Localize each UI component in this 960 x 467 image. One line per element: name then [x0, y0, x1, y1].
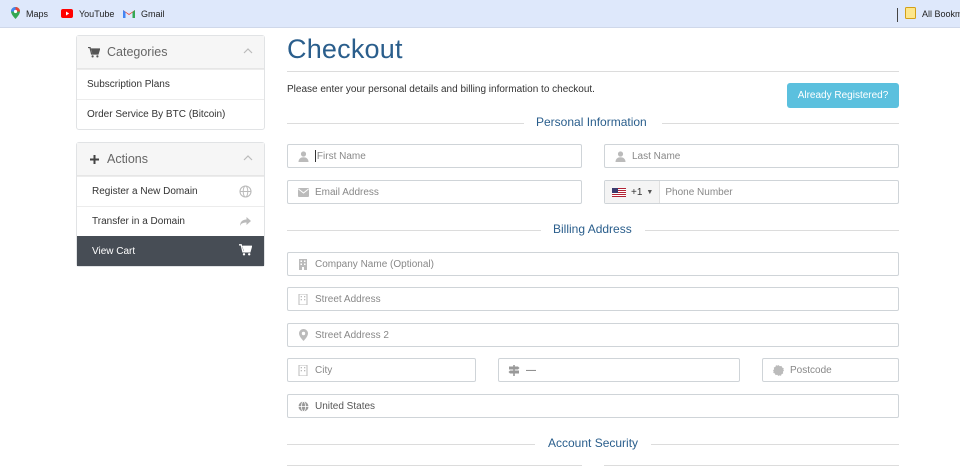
checkout-intro: Please enter your personal details and b… [287, 84, 595, 95]
categories-panel: Categories Subscription Plans Order Serv… [76, 35, 265, 130]
street-address-2-input[interactable] [315, 324, 898, 346]
all-bookmarks[interactable]: All Bookm [905, 7, 960, 21]
section-title: Billing Address [553, 222, 632, 236]
envelope-icon [297, 186, 309, 198]
section-divider [662, 123, 899, 124]
state-field[interactable]: — [498, 358, 740, 382]
postcode-input[interactable] [790, 359, 898, 381]
last-name-input[interactable] [632, 145, 898, 167]
phone-input[interactable] [660, 181, 898, 203]
section-title: Personal Information [536, 115, 647, 129]
email-field[interactable] [287, 180, 582, 204]
country-code: +1 [631, 186, 643, 198]
youtube-icon [61, 8, 73, 20]
folder-icon [905, 7, 916, 21]
map-marker-icon [297, 329, 309, 341]
chevron-up-icon[interactable] [242, 45, 254, 57]
sidebar-item-label: Order Service By BTC (Bitcoin) [87, 109, 226, 120]
city-input[interactable] [315, 359, 475, 381]
actions-panel: Actions Register a New Domain Transfer i… [76, 142, 265, 267]
section-title: Account Security [548, 436, 639, 450]
city-field[interactable] [287, 358, 476, 382]
bookmark-label: Gmail [141, 9, 165, 19]
already-registered-button[interactable]: Already Registered? [787, 83, 899, 108]
section-divider [287, 123, 524, 124]
bookmark-label: Maps [26, 9, 49, 19]
signpost-icon [508, 364, 520, 376]
certificate-icon [772, 364, 784, 376]
building-icon [297, 364, 309, 376]
street-address-input[interactable] [315, 288, 898, 310]
sidebar-item-label: Subscription Plans [87, 79, 170, 90]
building-icon [297, 258, 309, 270]
section-divider [287, 444, 535, 445]
last-name-field[interactable] [604, 144, 899, 168]
section-billing-address: Billing Address [287, 222, 899, 238]
categories-title: Categories [107, 45, 168, 59]
all-bookmarks-label: All Bookm [922, 9, 960, 19]
section-divider [651, 444, 899, 445]
street-address-field[interactable] [287, 287, 899, 311]
maps-pin-icon [11, 7, 20, 21]
globe-icon [297, 400, 309, 412]
building-icon [297, 293, 309, 305]
plus-icon [87, 152, 101, 166]
page-title: Checkout [287, 34, 403, 64]
sidebar-item-subscription-plans[interactable]: Subscription Plans [77, 69, 264, 99]
postcode-field[interactable] [762, 358, 899, 382]
globe-icon [239, 185, 252, 198]
sidebar-item-label: Register a New Domain [92, 186, 198, 197]
title-divider [287, 71, 899, 72]
bookmark-youtube[interactable]: YouTube [61, 7, 114, 21]
bookmark-gmail[interactable]: Gmail [123, 7, 165, 21]
actions-title: Actions [107, 152, 148, 166]
section-divider [287, 230, 541, 231]
country-code-dropdown[interactable]: +1 ▼ [605, 181, 661, 203]
company-field[interactable] [287, 252, 899, 276]
actions-header[interactable]: Actions [77, 143, 264, 176]
state-value: — [526, 364, 536, 376]
first-name-input[interactable] [316, 145, 581, 167]
bookmark-separator [897, 8, 898, 22]
text-cursor [315, 150, 316, 162]
field-edge [604, 465, 899, 466]
chevron-up-icon[interactable] [242, 152, 254, 164]
share-arrow-icon [239, 215, 252, 228]
caret-down-icon: ▼ [646, 188, 654, 196]
company-input[interactable] [315, 253, 898, 275]
us-flag-icon [612, 187, 626, 197]
email-input[interactable] [315, 181, 581, 203]
sidebar-item-register-domain[interactable]: Register a New Domain [77, 176, 264, 206]
cart-icon [87, 45, 101, 59]
field-edge [287, 465, 582, 466]
sidebar-item-label: View Cart [92, 245, 136, 257]
user-icon [614, 150, 626, 162]
sidebar-item-label: Transfer in a Domain [92, 216, 185, 227]
gmail-icon [123, 9, 135, 20]
section-personal-information: Personal Information [287, 115, 899, 131]
user-icon [297, 150, 309, 162]
phone-field[interactable]: +1 ▼ [604, 180, 899, 204]
section-account-security: Account Security [287, 436, 899, 452]
categories-header[interactable]: Categories [77, 36, 264, 69]
street-address-2-field[interactable] [287, 323, 899, 347]
cart-icon [239, 244, 253, 257]
section-divider [645, 230, 899, 231]
bookmarks-bar: Maps YouTube Gmail All Bookm [0, 0, 960, 28]
bookmark-label: YouTube [79, 9, 115, 19]
country-field[interactable]: United States [287, 394, 899, 418]
sidebar-item-transfer-domain[interactable]: Transfer in a Domain [77, 206, 264, 236]
first-name-field[interactable] [287, 144, 582, 168]
sidebar-item-view-cart[interactable]: View Cart [77, 236, 264, 266]
bookmark-maps[interactable]: Maps [11, 7, 48, 21]
sidebar-item-order-btc[interactable]: Order Service By BTC (Bitcoin) [77, 99, 264, 129]
country-value: United States [315, 400, 376, 412]
